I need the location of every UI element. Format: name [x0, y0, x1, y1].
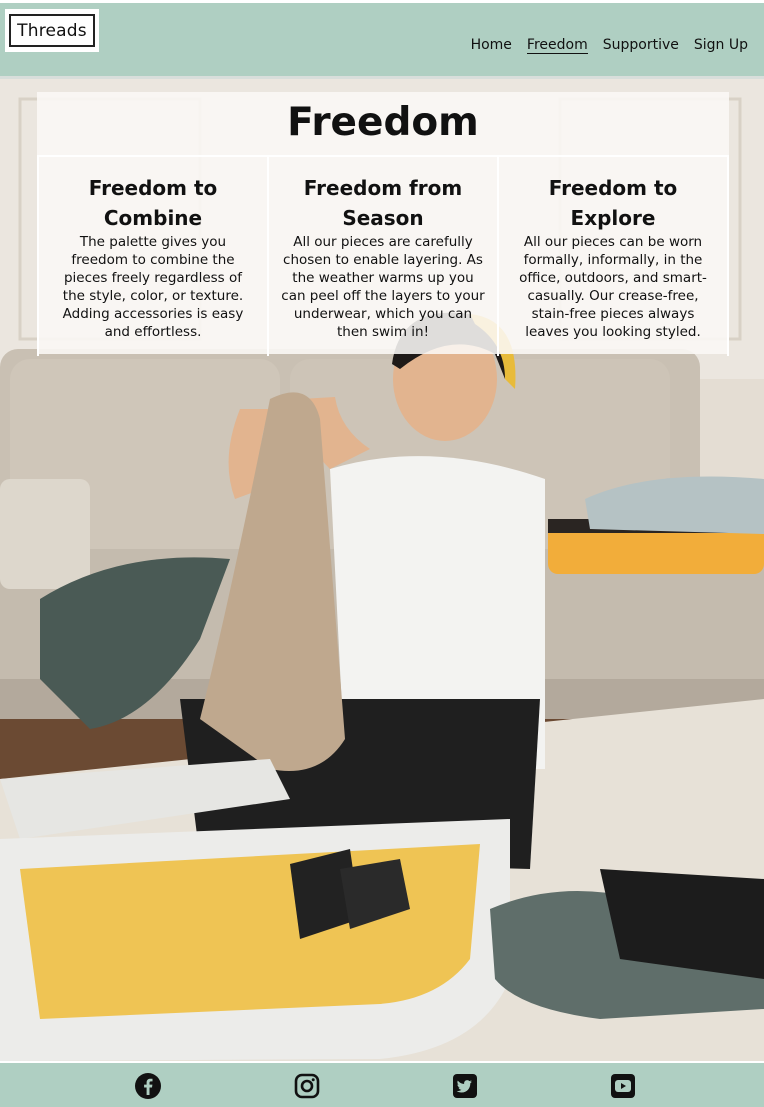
feature-text: The palette gives you freedom to combine…: [62, 234, 244, 340]
main-nav: Home Freedom Supportive Sign Up: [471, 37, 748, 54]
freedom-panel: Freedom Freedom to Combine The palette g…: [37, 92, 729, 356]
page-title: Freedom: [287, 100, 479, 145]
facebook-icon[interactable]: [134, 1072, 162, 1100]
logo-text: Threads: [9, 14, 95, 47]
nav-home[interactable]: Home: [471, 37, 512, 54]
feature-column-season: Freedom from Season All our pieces are c…: [267, 157, 497, 356]
twitter-icon[interactable]: [451, 1072, 479, 1100]
instagram-icon[interactable]: [293, 1072, 321, 1100]
feature-heading: Freedom from Season: [303, 176, 463, 230]
youtube-icon[interactable]: [609, 1072, 637, 1100]
feature-column-combine: Freedom to Combine The palette gives you…: [37, 157, 267, 356]
feature-text: All our pieces can be worn formally, inf…: [519, 234, 707, 340]
feature-columns: Freedom to Combine The palette gives you…: [37, 155, 729, 356]
site-footer: [0, 1061, 764, 1107]
feature-heading: Freedom to Explore: [548, 176, 678, 230]
nav-sign-up[interactable]: Sign Up: [694, 37, 748, 54]
feature-column-explore: Freedom to Explore All our pieces can be…: [497, 157, 729, 356]
nav-supportive[interactable]: Supportive: [603, 37, 679, 54]
site-header: Threads Home Freedom Supportive Sign Up: [0, 3, 764, 79]
logo[interactable]: Threads: [5, 9, 99, 52]
feature-text: All our pieces are carefully chosen to e…: [281, 234, 485, 340]
nav-freedom[interactable]: Freedom: [526, 37, 588, 54]
feature-heading: Freedom to Combine: [88, 176, 218, 230]
